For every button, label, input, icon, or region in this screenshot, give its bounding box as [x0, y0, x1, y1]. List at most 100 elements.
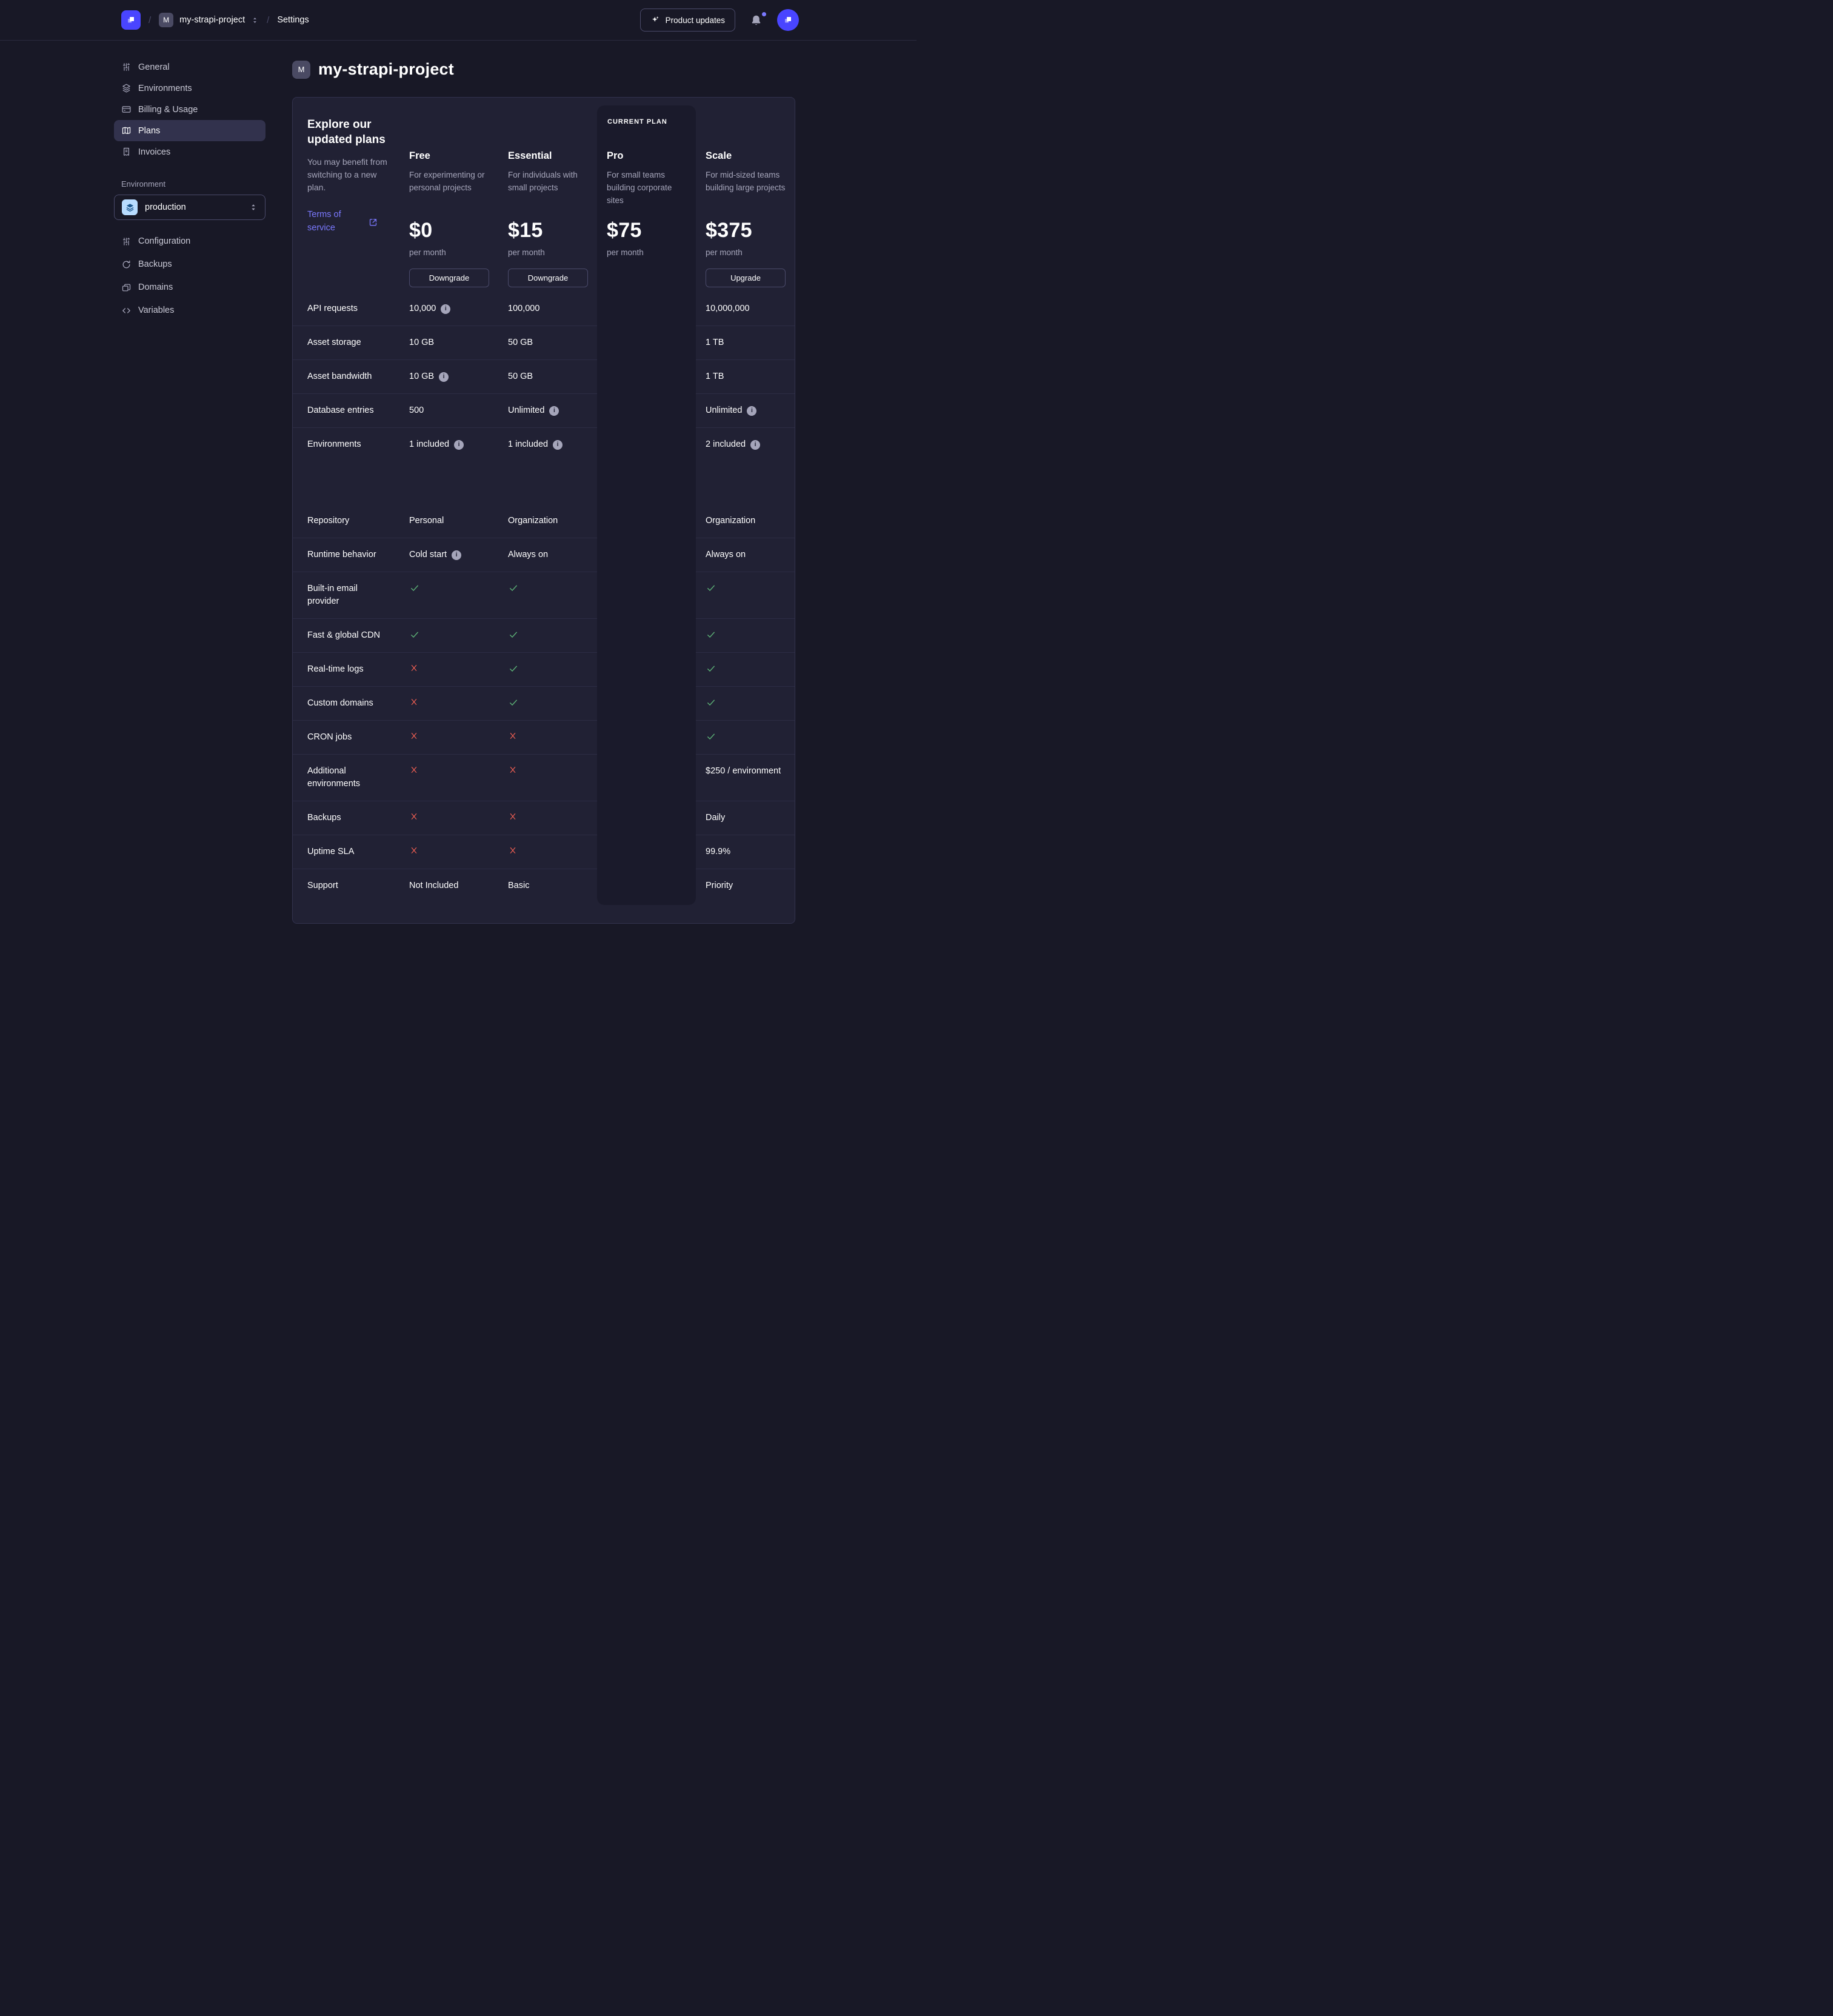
- feature-row-api-requests: API requests10,000i100,0001,000,00010,00…: [293, 292, 795, 325]
- feature-label: Repository: [293, 504, 399, 538]
- environment-select[interactable]: production: [114, 195, 265, 220]
- feature-value-essential: [498, 653, 597, 686]
- plan-column-scale: ScaleFor mid-sized teams building large …: [696, 98, 795, 292]
- feature-value-scale: $250 / environment: [696, 755, 795, 801]
- cross-icon: [508, 765, 518, 775]
- feature-value-scale: [696, 721, 795, 754]
- info-icon[interactable]: i: [439, 372, 449, 382]
- notifications-bell-icon[interactable]: [750, 14, 763, 27]
- feature-value-free: [399, 653, 498, 686]
- info-icon[interactable]: i: [747, 406, 756, 416]
- feature-value-scale: 10,000,000: [696, 292, 795, 325]
- downgrade-button-free[interactable]: Downgrade: [409, 269, 489, 287]
- info-icon[interactable]: i: [441, 304, 450, 314]
- feature-value-text: 1 TB: [706, 336, 724, 349]
- feature-value-essential: 50 GB: [498, 360, 597, 393]
- info-icon[interactable]: i: [750, 440, 760, 450]
- plan-name: Scale: [706, 150, 786, 162]
- project-badge: M: [292, 61, 310, 79]
- feature-value-text: Unlimited: [706, 404, 742, 417]
- credit-card-icon: [121, 104, 132, 115]
- sidebar-item-environments[interactable]: Environments: [114, 78, 265, 99]
- check-icon: [706, 629, 716, 640]
- sidebar-item-invoices[interactable]: Invoices: [114, 141, 265, 162]
- feature-value-free: Cold start i: [399, 538, 498, 572]
- feature-value-free: [399, 687, 498, 720]
- cross-icon: [508, 731, 518, 741]
- feature-value-text: 10 GB: [409, 370, 434, 383]
- feature-label: Environments: [293, 428, 399, 504]
- feature-row-asset-storage: Asset storage10 GB50 GB250 GB1 TB: [293, 325, 795, 359]
- feature-row-database-entries: Database entries500UnlimitediUnlimitediU…: [293, 393, 795, 427]
- breadcrumb-separator: /: [267, 15, 269, 25]
- plan-column-pro: ProFor small teams building corporate si…: [597, 98, 696, 292]
- plan-price: $0: [409, 219, 490, 242]
- feature-value-scale: Organization: [696, 504, 795, 538]
- feature-value-free: 10 GB i: [399, 360, 498, 393]
- avatar[interactable]: [777, 9, 799, 31]
- plan-price: $75: [607, 219, 687, 242]
- check-icon: [409, 629, 420, 640]
- feature-label: Real-time logs: [293, 653, 399, 686]
- cross-icon: [409, 731, 419, 741]
- info-icon[interactable]: i: [553, 440, 563, 450]
- terms-of-service-link[interactable]: Terms of service: [307, 209, 387, 235]
- breadcrumb-project-selector[interactable]: M my-strapi-project: [159, 13, 259, 27]
- check-icon: [508, 629, 519, 640]
- feature-value-essential: [498, 801, 597, 835]
- refresh-icon: [121, 259, 132, 270]
- feature-value-text: Personal: [409, 515, 444, 527]
- plans-feature-table: API requests10,000i100,0001,000,00010,00…: [293, 292, 795, 903]
- upgrade-button-scale[interactable]: Upgrade: [706, 269, 786, 287]
- product-updates-label: Product updates: [666, 16, 725, 25]
- feature-value-text: Cold start: [409, 549, 447, 561]
- feature-value-text: Daily: [706, 812, 725, 824]
- notification-dot: [762, 12, 766, 16]
- project-badge: M: [159, 13, 173, 27]
- feature-value-text: 50 GB: [508, 370, 533, 383]
- check-icon: [706, 663, 716, 674]
- sidebar-item-label: Environments: [138, 84, 192, 93]
- sidebar-item-configuration[interactable]: Configuration: [114, 230, 265, 253]
- sidebar-item-plans[interactable]: Plans: [114, 120, 265, 141]
- feature-value-free: [399, 619, 498, 652]
- strapi-cloud-logo-icon[interactable]: [121, 10, 141, 30]
- feature-value-free: [399, 835, 498, 869]
- feature-row-backups: BackupsWeeklyDaily: [293, 801, 795, 835]
- check-icon: [706, 697, 716, 708]
- sidebar-item-backups[interactable]: Backups: [114, 253, 265, 276]
- info-icon[interactable]: i: [452, 550, 461, 560]
- plan-name: Essential: [508, 150, 589, 162]
- sidebar-item-variables[interactable]: Variables: [114, 299, 265, 322]
- info-icon[interactable]: i: [549, 406, 559, 416]
- feature-row-custom-domains: Custom domains: [293, 686, 795, 720]
- feature-value-text: 10 GB: [409, 336, 434, 349]
- sidebar-item-label: Backups: [138, 259, 172, 269]
- feature-value-scale: 99.9%: [696, 835, 795, 869]
- feature-value-essential: Always on: [498, 538, 597, 572]
- plan-price: $375: [706, 219, 786, 242]
- plan-description: For small teams building corporate sites: [607, 169, 687, 210]
- plans-intro-body: You may benefit from switching to a new …: [307, 156, 387, 194]
- feature-row-support: SupportNot IncludedBasicBasicPriority: [293, 869, 795, 903]
- info-icon[interactable]: i: [454, 440, 464, 450]
- check-icon: [706, 582, 716, 593]
- plan-column-essential: EssentialFor individuals with small proj…: [498, 98, 597, 292]
- downgrade-button-essential[interactable]: Downgrade: [508, 269, 588, 287]
- plan-period: per month: [706, 248, 786, 257]
- cross-icon: [409, 697, 419, 707]
- feature-label: Custom domains: [293, 687, 399, 720]
- sidebar-item-general[interactable]: General: [114, 56, 265, 78]
- feature-value-text: Organization: [508, 515, 558, 527]
- feature-value-free: Not Included: [399, 869, 498, 903]
- sidebar-item-domains[interactable]: Domains: [114, 276, 265, 299]
- product-updates-button[interactable]: Product updates: [640, 8, 735, 32]
- plan-period: per month: [508, 248, 589, 257]
- sidebar-item-billing-usage[interactable]: Billing & Usage: [114, 99, 265, 120]
- check-icon: [508, 582, 519, 593]
- feature-value-text: 1 TB: [706, 370, 724, 383]
- feature-row-uptime-sla: Uptime SLA99.9%: [293, 835, 795, 869]
- feature-value-text: 99.9%: [706, 846, 730, 858]
- chevron-updown-icon: [249, 203, 258, 212]
- plan-period: per month: [607, 248, 687, 257]
